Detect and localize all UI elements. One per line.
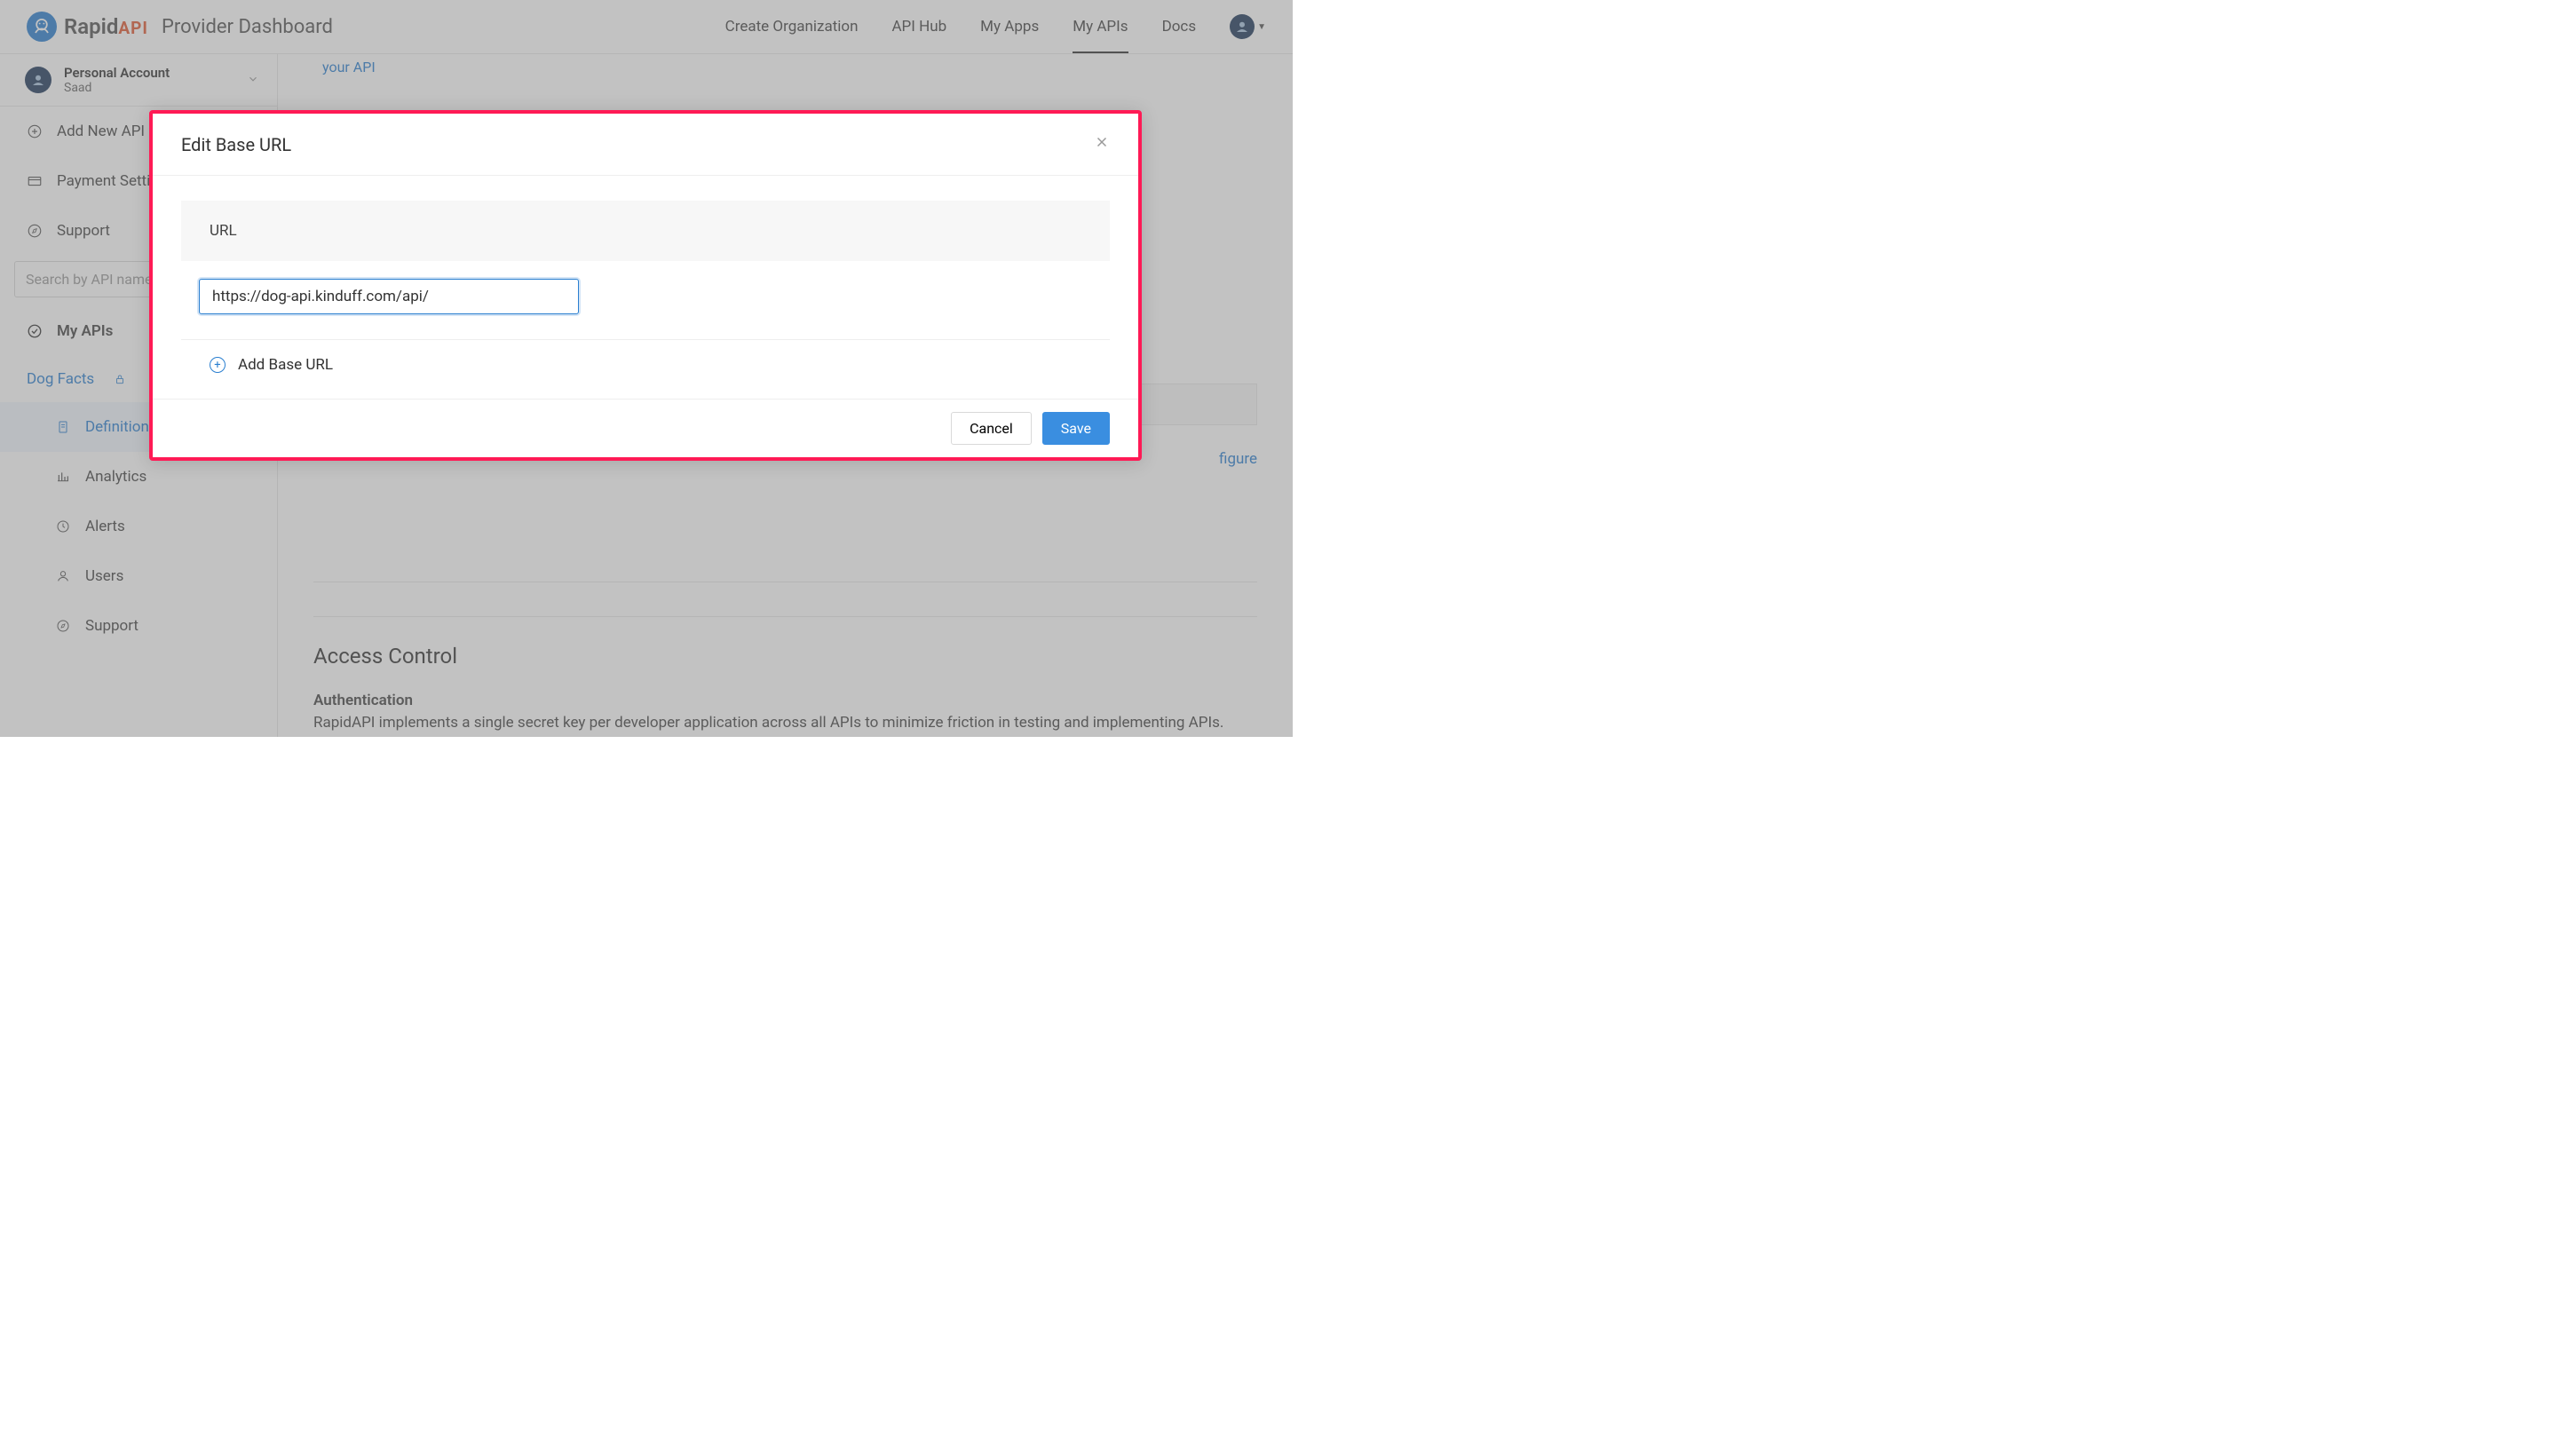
add-base-url-button[interactable]: + Add Base URL [181,339,1110,399]
modal-title: Edit Base URL [181,134,291,155]
base-url-input[interactable] [199,279,579,314]
save-button[interactable]: Save [1042,412,1110,445]
cancel-button[interactable]: Cancel [951,412,1032,445]
add-base-url-label: Add Base URL [238,356,333,374]
close-icon[interactable] [1094,133,1110,155]
plus-circle-icon: + [210,357,226,373]
edit-base-url-modal: Edit Base URL URL + Add Base URL Cancel … [149,110,1142,461]
url-column-header: URL [181,201,1110,261]
